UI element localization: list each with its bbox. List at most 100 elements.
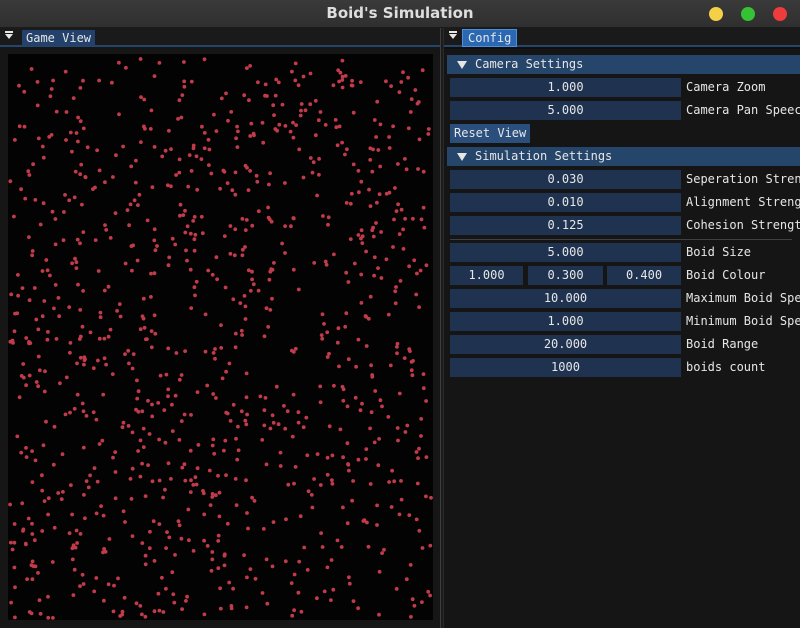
separation-strength-input[interactable]: 0.030 <box>450 170 681 189</box>
boid <box>141 426 146 431</box>
boid <box>72 406 77 411</box>
boid <box>298 514 303 519</box>
boid <box>308 156 313 160</box>
boid <box>327 424 332 429</box>
boid <box>104 228 109 232</box>
boid <box>266 205 270 210</box>
alignment-strength-input[interactable]: 0.010 <box>450 193 681 212</box>
boid <box>75 392 80 397</box>
boid <box>392 217 396 222</box>
boid <box>313 133 318 138</box>
boid <box>152 145 157 149</box>
boid <box>19 187 23 192</box>
boid <box>74 266 79 270</box>
boid <box>301 425 306 430</box>
boid <box>40 144 45 149</box>
boid <box>124 65 128 70</box>
boid <box>144 337 148 342</box>
boid <box>163 148 168 153</box>
tab-config[interactable]: Config <box>462 29 518 47</box>
window-titlebar[interactable]: Boid's Simulation <box>0 0 800 28</box>
boid <box>225 411 230 416</box>
boid <box>250 277 255 282</box>
boid <box>184 599 188 603</box>
reset-view-button[interactable]: Reset View <box>450 124 531 143</box>
boid <box>261 527 266 531</box>
boid <box>121 144 125 149</box>
boids-count-input[interactable]: 1000 <box>450 358 681 377</box>
boid <box>32 538 37 543</box>
boid <box>106 582 111 587</box>
boid-colour-g-input[interactable]: 0.300 <box>528 266 603 285</box>
boid <box>17 83 21 88</box>
boid <box>194 482 199 487</box>
boid <box>163 487 167 492</box>
boid <box>393 186 397 190</box>
boid <box>102 336 107 341</box>
boid <box>394 587 399 591</box>
boid <box>406 75 410 80</box>
boid <box>63 69 68 74</box>
boid <box>359 272 364 277</box>
simulation-canvas[interactable] <box>8 54 433 620</box>
boid <box>81 78 85 83</box>
boid-range-input[interactable]: 20.000 <box>450 335 681 354</box>
camera-pan-speed-input[interactable]: 5.000 <box>450 101 681 120</box>
boid <box>409 360 414 364</box>
window-menu-icon[interactable] <box>448 30 459 43</box>
boid <box>396 202 400 207</box>
boid <box>270 564 275 569</box>
boid <box>150 402 154 407</box>
min-boid-speed-input[interactable]: 1.000 <box>450 312 681 331</box>
boid <box>231 402 236 407</box>
boid-colour-label: Boid Colour <box>686 268 766 282</box>
boid <box>187 153 192 157</box>
boid <box>387 480 391 484</box>
boid <box>183 478 188 483</box>
boid-size-input[interactable]: 5.000 <box>450 243 681 262</box>
boid <box>187 538 191 543</box>
boid <box>299 102 304 106</box>
boid <box>202 131 207 135</box>
cohesion-strength-input[interactable]: 0.125 <box>450 216 681 235</box>
boid <box>42 389 47 394</box>
boid <box>52 306 56 311</box>
boid <box>356 606 360 611</box>
boid <box>415 481 420 486</box>
boid <box>322 322 326 326</box>
boid <box>27 373 32 378</box>
boid <box>81 445 86 450</box>
boid <box>264 557 269 562</box>
boid <box>181 213 186 218</box>
boid <box>243 317 248 321</box>
max-boid-speed-input[interactable]: 10.000 <box>450 289 681 308</box>
boid <box>135 378 139 383</box>
tab-game-view[interactable]: Game View <box>22 30 96 46</box>
boid <box>426 589 431 594</box>
boid <box>410 597 415 602</box>
boid <box>27 173 32 177</box>
close-button[interactable] <box>773 7 787 21</box>
window-menu-icon[interactable] <box>4 30 15 43</box>
simulation-settings-header[interactable]: Simulation Settings <box>447 147 800 166</box>
boid <box>33 564 38 569</box>
boid <box>25 577 29 581</box>
boid-colour-b-input[interactable]: 0.400 <box>607 266 681 285</box>
cohesion-strength-label: Cohesion Strengt <box>686 218 800 232</box>
maximize-button[interactable] <box>741 7 755 21</box>
boid <box>19 450 24 455</box>
boid <box>316 118 321 123</box>
boid <box>248 288 253 293</box>
boid <box>71 593 76 597</box>
boid <box>148 529 152 534</box>
camera-zoom-input[interactable]: 1.000 <box>450 78 681 97</box>
boid <box>324 262 329 267</box>
boid <box>421 205 426 210</box>
minimize-button[interactable] <box>709 7 723 21</box>
camera-settings-header[interactable]: Camera Settings <box>447 55 800 74</box>
boid <box>195 466 200 471</box>
boid-colour-r-input[interactable]: 1.000 <box>450 266 523 285</box>
boid <box>97 168 102 173</box>
boid <box>173 393 178 398</box>
boid <box>395 351 399 356</box>
